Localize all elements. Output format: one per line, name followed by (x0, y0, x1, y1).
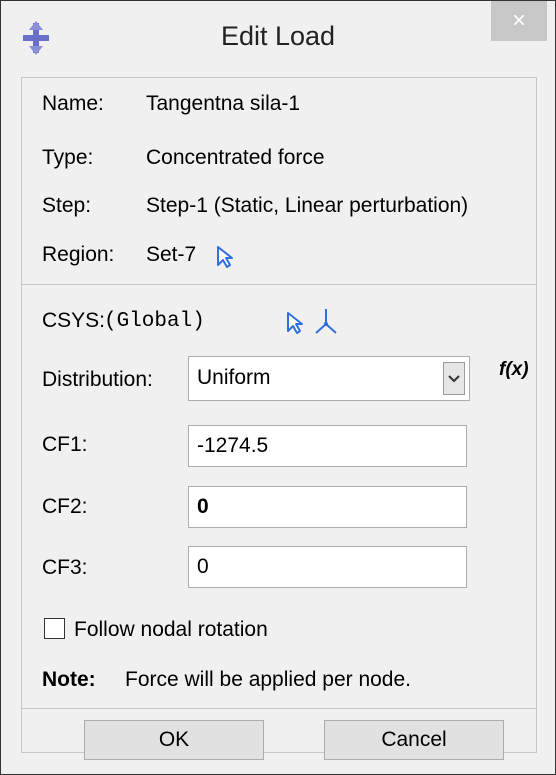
dropdown-button[interactable] (443, 362, 465, 395)
window-title: Edit Load (220, 21, 336, 51)
distribution-label: Distribution: (42, 368, 153, 391)
step-label: Step: (42, 194, 92, 217)
csys-select-arrow-icon[interactable] (285, 311, 305, 335)
cancel-button-label: Cancel (381, 728, 447, 751)
separator (22, 284, 536, 285)
note-label: Note: (42, 668, 96, 691)
cf1-label: CF1: (42, 433, 88, 456)
csys-axes-icon[interactable] (313, 306, 339, 336)
note-text: Force will be applied per node. (125, 668, 412, 691)
region-value: Set-7 (146, 243, 197, 266)
ok-button[interactable]: OK (84, 720, 264, 760)
cf3-label: CF3: (42, 556, 88, 579)
csys-value: (Global) (104, 310, 205, 333)
cf3-input[interactable] (188, 546, 467, 588)
step-value: Step-1 (Static, Linear perturbation) (146, 194, 469, 217)
chevron-down-icon (448, 374, 460, 382)
name-label: Name: (42, 92, 104, 115)
close-button[interactable]: × (491, 1, 547, 41)
follow-nodal-rotation-checkbox[interactable] (44, 618, 65, 639)
name-value: Tangentna sila-1 (146, 92, 301, 115)
cf2-label: CF2: (42, 495, 88, 518)
separator (22, 708, 536, 709)
type-value: Concentrated force (146, 146, 325, 169)
distribution-value: Uniform (197, 366, 271, 389)
cancel-button[interactable]: Cancel (324, 720, 504, 760)
type-label: Type: (42, 146, 94, 169)
fx-button[interactable]: f(x) (499, 359, 529, 381)
region-label: Region: (42, 243, 115, 266)
distribution-select[interactable]: Uniform (188, 356, 470, 401)
dialog-body: Name: Tangentna sila-1 Type: Concentrate… (21, 77, 537, 760)
ok-button-label: OK (158, 728, 190, 751)
title-bar[interactable]: Edit Load × (1, 1, 555, 77)
csys-label: CSYS: (42, 309, 106, 332)
close-icon: × (511, 7, 526, 34)
cf1-input[interactable] (188, 425, 467, 467)
select-arrow-icon[interactable] (215, 245, 235, 269)
cf2-input[interactable] (188, 486, 467, 528)
edit-load-dialog: Edit Load × Name: Tangentna sila-1 Type:… (0, 0, 556, 775)
follow-nodal-rotation-label[interactable]: Follow nodal rotation (74, 618, 268, 642)
